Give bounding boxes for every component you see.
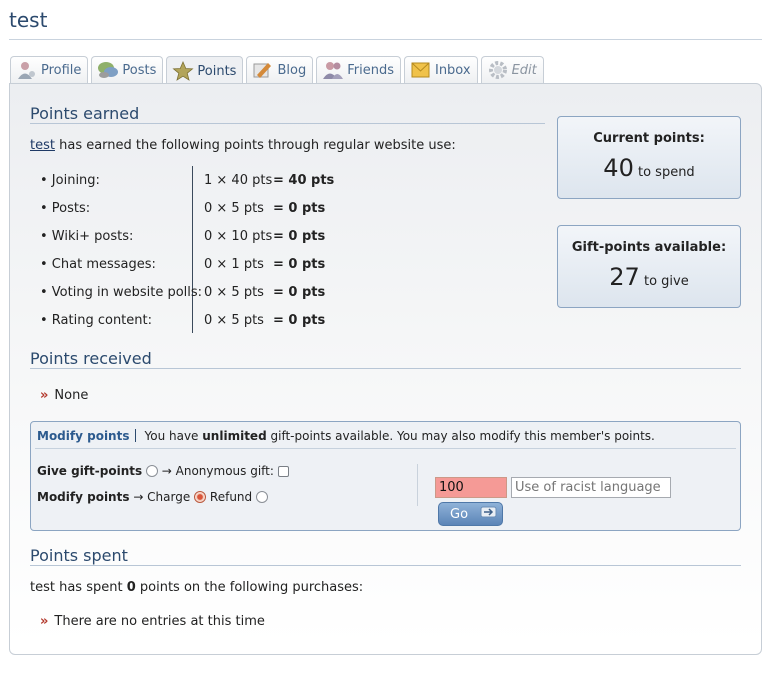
points-row-multiplier: 0 × 10 pts [204, 229, 273, 244]
tab-posts[interactable]: Posts [91, 56, 164, 83]
profile-icon [16, 60, 38, 80]
points-spent-text: test has spent 0 points on the following… [30, 580, 363, 595]
profile-tabs: Profile Posts Points Blog Friends Inbox [10, 56, 547, 85]
posts-icon [97, 60, 119, 80]
tab-label: Inbox [434, 62, 471, 78]
modify-vertical-divider [417, 464, 418, 506]
bullet-arrow-icon: » [40, 614, 49, 629]
give-gift-points-row: Give gift-points → Anonymous gift: [37, 464, 289, 478]
points-received-rule [30, 368, 741, 369]
anonymous-gift-label: → Anonymous gift: [161, 464, 274, 478]
points-row-total: = 0 pts [273, 257, 326, 272]
points-row-multiplier: 0 × 5 pts [204, 313, 264, 328]
current-points-heading: Current points: [593, 131, 705, 146]
points-received-item: » None [40, 388, 88, 403]
refund-label: Refund [209, 490, 253, 504]
username-link[interactable]: test [30, 138, 55, 153]
tab-points[interactable]: Points [166, 56, 244, 85]
points-row-label: • Posts: [40, 201, 91, 216]
give-gift-points-label: Give gift-points [37, 464, 143, 478]
go-button[interactable]: Go [438, 502, 503, 526]
points-received-heading: Points received [30, 349, 152, 368]
points-row-multiplier: 0 × 1 pts [204, 257, 264, 272]
points-row-total: = 0 pts [273, 285, 326, 300]
points-row-total: = 40 pts [273, 173, 335, 188]
spent-text-pre: test has spent [30, 580, 123, 595]
points-earned-heading: Points earned [30, 104, 140, 123]
tab-edit[interactable]: Edit [480, 56, 544, 83]
points-amount-input[interactable] [435, 477, 507, 498]
current-points-value: 40 [603, 154, 634, 182]
refund-radio[interactable] [255, 491, 268, 503]
modify-points-row: Modify points → Charge Refund [37, 490, 268, 504]
tab-friends[interactable]: Friends [316, 56, 401, 83]
reason-input[interactable] [511, 477, 671, 498]
blog-icon [252, 60, 274, 80]
gift-points-box: Gift-points available: 27 to give [557, 225, 741, 308]
points-row-label: • Voting in website polls: [40, 285, 203, 300]
points-row-label: • Joining: [40, 173, 100, 188]
tab-label: Edit [511, 62, 537, 78]
points-row-total: = 0 pts [273, 313, 326, 328]
title-divider [9, 39, 762, 40]
tab-label: Posts [122, 62, 157, 78]
tab-label: Friends [347, 62, 394, 78]
notice-unlimited: unlimited [202, 429, 267, 443]
tab-profile[interactable]: Profile [10, 56, 89, 83]
points-spent-rule [30, 565, 741, 566]
spent-text-post: points on the following purchases: [139, 580, 364, 595]
points-spent-empty: There are no entries at this time [54, 614, 265, 629]
gift-points-value: 27 [609, 263, 640, 291]
points-row-multiplier: 0 × 5 pts [204, 285, 264, 300]
points-spent-item: » There are no entries at this time [40, 614, 265, 629]
charge-label: → Charge [133, 490, 191, 504]
modify-divider [35, 448, 736, 449]
friends-icon [322, 60, 344, 80]
tab-label: Profile [41, 62, 82, 78]
page-title: test [9, 8, 48, 32]
go-arrow-icon [480, 505, 498, 523]
anonymous-gift-checkbox[interactable] [277, 466, 289, 477]
modify-points-title: Modify points [37, 429, 130, 443]
points-earned-intro: test has earned the following points thr… [30, 138, 456, 153]
points-row-label: • Chat messages: [40, 257, 156, 272]
points-row-label: • Wiki+ posts: [40, 229, 134, 244]
spent-points-value: 0 [126, 580, 136, 595]
modify-points-box: Modify points You have unlimited gift-poi… [30, 421, 741, 531]
gear-icon [487, 60, 509, 80]
intro-text: has earned the following points through … [59, 138, 456, 153]
points-received-text: None [54, 388, 89, 403]
points-row-total: = 0 pts [273, 201, 326, 216]
star-icon [172, 60, 194, 81]
tab-blog[interactable]: Blog [246, 56, 314, 83]
tab-inbox[interactable]: Inbox [403, 56, 478, 83]
points-spent-heading: Points spent [30, 546, 128, 565]
bullet-arrow-icon: » [40, 388, 49, 403]
title-separator [135, 429, 137, 442]
points-table-divider [192, 166, 193, 333]
points-earned-rule [30, 123, 545, 124]
give-gift-points-radio[interactable] [145, 465, 158, 477]
gift-points-heading: Gift-points available: [571, 240, 727, 255]
current-points-suffix: to spend [637, 165, 695, 180]
points-row-label: • Rating content: [40, 313, 152, 328]
tab-label: Points [197, 63, 237, 79]
points-row-total: = 0 pts [273, 229, 326, 244]
modify-points-label: Modify points [37, 490, 130, 504]
points-row-multiplier: 0 × 5 pts [204, 201, 264, 216]
tab-label: Blog [277, 62, 307, 78]
points-row-multiplier: 1 × 40 pts [204, 173, 273, 188]
current-points-box: Current points: 40 to spend [557, 116, 741, 199]
go-label: Go [450, 506, 469, 522]
notice-text-rest: gift-points available. You may also modi… [270, 429, 655, 443]
charge-radio[interactable] [194, 491, 207, 503]
notice-text: You have [144, 429, 199, 443]
inbox-icon [410, 60, 432, 80]
gift-points-suffix: to give [643, 274, 689, 289]
